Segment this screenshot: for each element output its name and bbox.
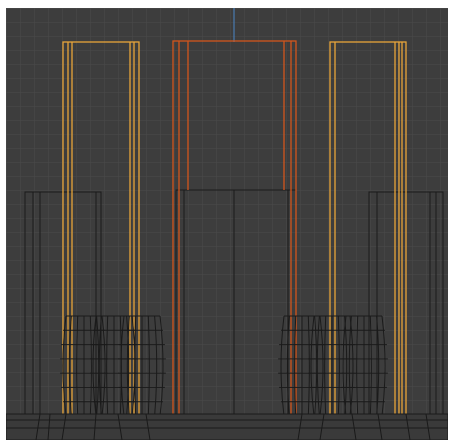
ground-base[interactable] (6, 413, 448, 440)
3d-viewport[interactable] (6, 8, 448, 440)
viewport-canvas[interactable] (6, 8, 448, 440)
